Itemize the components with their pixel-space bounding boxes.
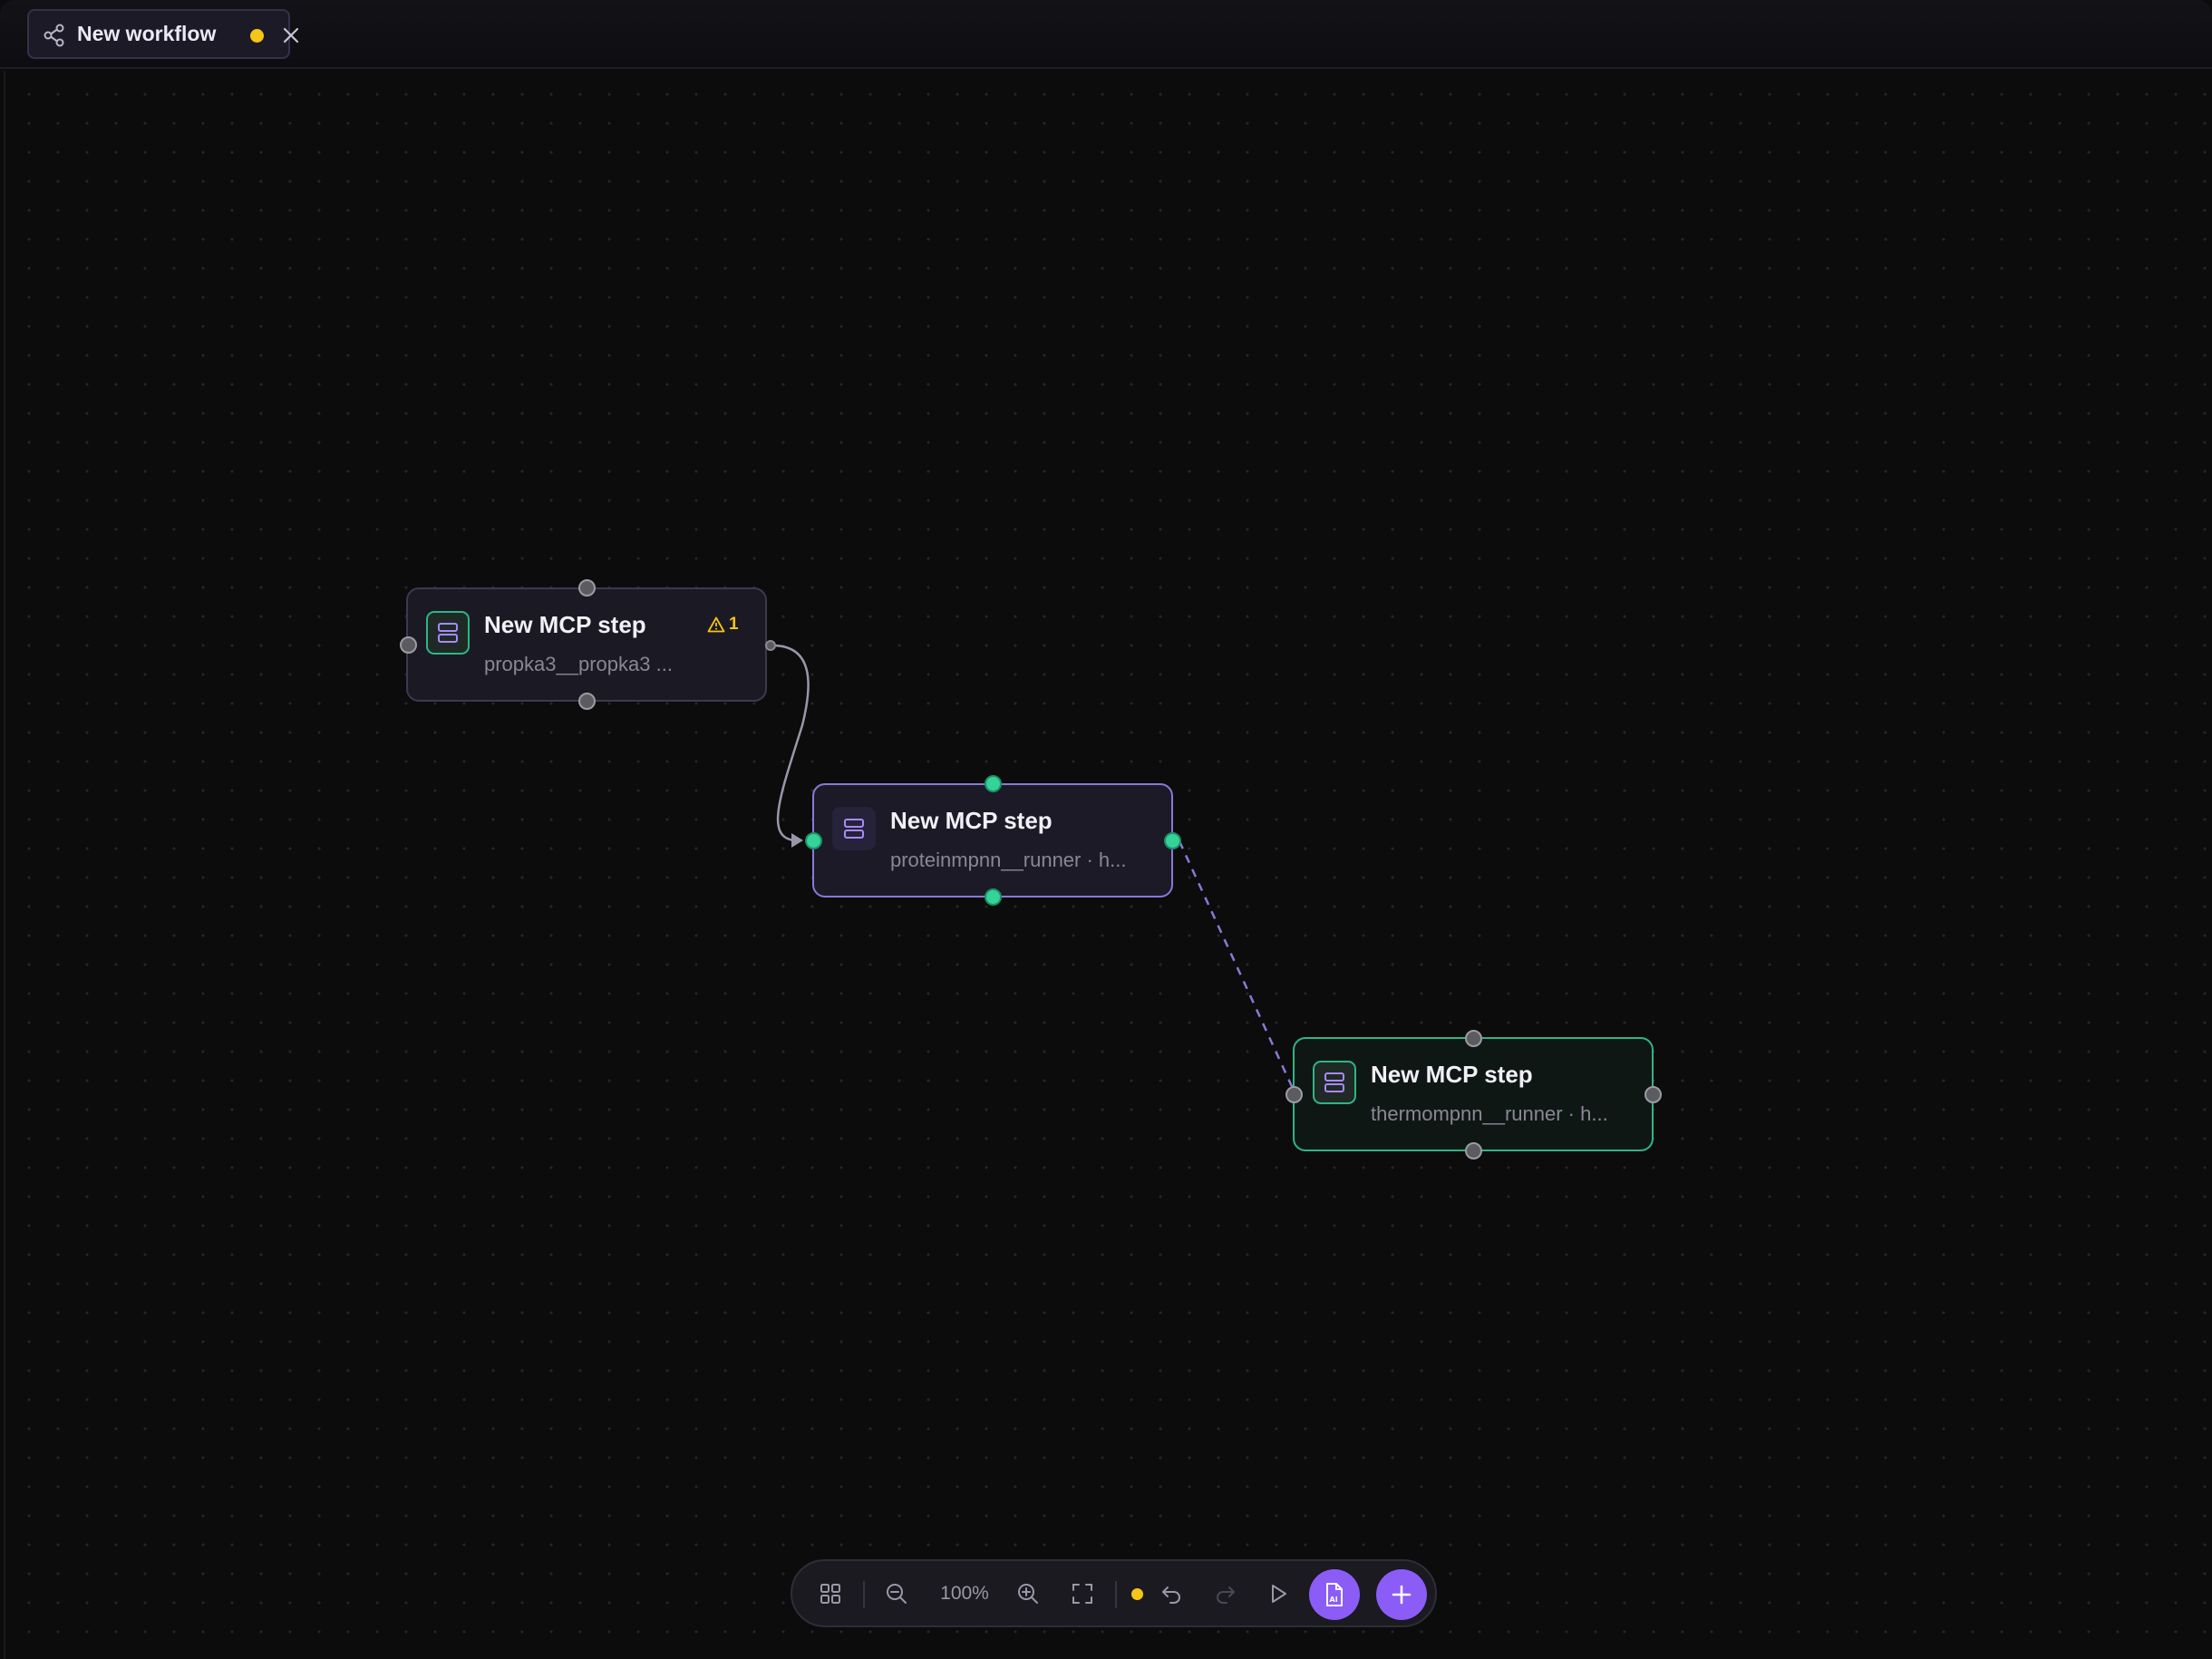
zoom-in-button[interactable] [1010,1576,1046,1612]
zoom-in-icon [1018,1584,1038,1604]
tab-bar: New workflow [0,0,2212,69]
toolbar-divider [863,1581,865,1608]
undo-icon [1162,1586,1180,1604]
node-title: New MCP step [484,611,646,638]
node-2-handle-bottom[interactable] [985,888,1002,906]
node-1-handle-right[interactable] [765,640,776,651]
warning-badge[interactable]: 1 [707,615,739,635]
redo-icon [1217,1586,1235,1604]
undo-button[interactable] [1153,1576,1189,1612]
node-3-handle-top[interactable] [1465,1030,1482,1047]
fit-view-button[interactable] [1064,1576,1101,1612]
svg-text:AI: AI [1330,1596,1338,1604]
redo-button[interactable] [1208,1576,1244,1612]
node-title: New MCP step [890,807,1053,834]
run-button[interactable] [1260,1576,1296,1612]
tab-title: New workflow [77,22,217,45]
add-icon [1392,1585,1412,1605]
unsaved-indicator [250,29,264,43]
workflow-editor: New workflow New MCP step 1 propka3__pro… [0,0,2212,1659]
grid-layout-button[interactable] [812,1576,849,1612]
close-icon[interactable] [279,24,303,47]
server-icon [832,807,876,850]
node-3-handle-bottom[interactable] [1465,1142,1482,1159]
node-3-handle-left[interactable] [1285,1086,1303,1103]
zoom-level: 100% [940,1583,989,1604]
toolbar-divider [1115,1581,1117,1608]
workflow-icon [44,24,64,47]
server-icon [426,611,470,655]
warning-icon [707,616,725,633]
ai-document-button[interactable]: AI [1309,1569,1360,1620]
add-step-button[interactable] [1376,1569,1427,1620]
grid-layout-icon [820,1584,840,1604]
node-subtitle: propka3__propka3 ... [484,653,673,675]
node-2-handle-right[interactable] [1164,832,1181,849]
node-3-handle-right[interactable] [1644,1086,1662,1103]
ai-document-icon: AI [1326,1583,1343,1606]
node-2-handle-top[interactable] [985,775,1002,792]
node-1-handle-bottom[interactable] [578,693,596,710]
fit-view-icon [1072,1584,1092,1604]
mcp-step-node-3[interactable]: New MCP step thermompnn__runner · h... [1293,1037,1654,1151]
zoom-out-button[interactable] [878,1576,915,1612]
node-title: New MCP step [1371,1061,1533,1088]
node-subtitle: proteinmpnn__runner · h... [890,849,1127,871]
node-1-handle-top[interactable] [578,579,596,597]
run-icon [1272,1585,1286,1603]
node-1-handle-left[interactable] [400,636,417,654]
mcp-step-node-1[interactable]: New MCP step 1 propka3__propka3 ... [406,587,767,702]
warning-count: 1 [729,615,739,634]
node-2-handle-left[interactable] [805,832,822,849]
zoom-out-icon [887,1584,907,1604]
canvas-toolbar: 100% AI [791,1559,1437,1627]
tab-new-workflow[interactable]: New workflow [27,9,299,59]
unsaved-changes-dot [1131,1588,1143,1600]
server-icon [1313,1061,1356,1104]
node-subtitle: thermompnn__runner · h... [1371,1102,1608,1125]
mcp-step-node-2[interactable]: New MCP step proteinmpnn__runner · h... [812,783,1173,897]
